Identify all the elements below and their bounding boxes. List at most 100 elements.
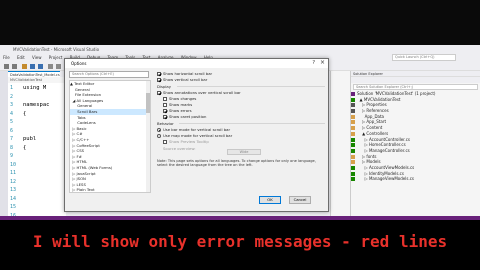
file-icon (351, 148, 355, 153)
source-overview-label: Source overview: (163, 146, 196, 151)
menu-project[interactable]: Project (49, 55, 63, 60)
behavior-group-divider (179, 123, 325, 124)
checkbox-unchecked-icon[interactable] (163, 103, 167, 107)
code-line: { (23, 110, 27, 117)
file-icon (351, 171, 355, 176)
file-icon (351, 97, 355, 102)
save-icon[interactable] (30, 64, 35, 69)
file-icon (351, 131, 355, 136)
checkbox-unchecked-icon[interactable] (163, 97, 167, 101)
solution-tree-label: ▷ fonts (357, 153, 377, 159)
line-number: 10 (10, 161, 17, 168)
options-note: Note: This page sets options for all lan… (157, 159, 316, 168)
file-icon (351, 120, 355, 125)
line-number: 11 (10, 170, 17, 176)
line-number: 1 (10, 85, 14, 91)
file-icon (351, 154, 355, 159)
option-show-changes[interactable]: Show changes (163, 96, 196, 101)
radio-unselected-icon[interactable] (157, 134, 161, 138)
solution-tree-label: ▷ AccountController.cs (357, 136, 410, 142)
solution-tree-label: ▷ ManageController.cs (357, 147, 410, 153)
file-icon (351, 126, 355, 131)
solution-tree-label: ▷ AccountViewModels.cs (357, 164, 415, 170)
close-icon[interactable]: × (320, 59, 325, 66)
solution-tree-label: ▷ ManageViewModels.cs (357, 176, 415, 182)
file-icon (351, 165, 355, 170)
line-number: 5 (10, 119, 14, 125)
option-map-mode[interactable]: Use map mode for vertical scroll bar (157, 133, 232, 138)
line-number: 9 (10, 153, 14, 159)
menu-view[interactable]: View (32, 55, 42, 60)
server-explorer-strip[interactable] (0, 71, 8, 220)
file-icon (351, 160, 355, 165)
behavior-group-header: Behavior (157, 121, 174, 126)
solution-tree-label: Solution 'MVCValidationTest' (1 project) (357, 91, 436, 96)
options-tree-item[interactable]: ▷ Plain Text (70, 187, 150, 192)
file-icon (351, 177, 355, 182)
solution-tree-label: ▷ IdentityModels.cs (357, 170, 404, 176)
solution-tree-label: ▷ Models (357, 159, 381, 165)
option-show-horizontal[interactable]: Show horizontal scroll bar (157, 71, 212, 76)
window-title: MVCValidationTest - Microsoft Visual Stu… (0, 45, 480, 54)
option-show-errors[interactable]: Show errors (163, 108, 192, 113)
code-editor[interactable]: 1 using M 2 3 namespac 4 {5 6 7 publ 8 {9 10 11 12 13… (8, 83, 66, 220)
checkbox-checked-icon[interactable] (157, 91, 161, 95)
solution-tree-label: ▷ HomeController.cs (357, 142, 406, 148)
radio-selected-icon[interactable] (157, 128, 161, 132)
save-all-icon[interactable] (38, 64, 43, 69)
file-icon (351, 137, 355, 142)
options-tree: ▲ Text Editor General File Extension ◢ A… (69, 80, 151, 193)
display-group-header: Display (157, 84, 171, 89)
file-icon (351, 143, 355, 148)
undo-icon[interactable] (48, 64, 53, 69)
file-icon (351, 109, 355, 114)
line-number: 4 (10, 110, 14, 117)
line-number: 6 (10, 127, 14, 134)
option-show-preview[interactable]: Show Preview Tooltip (163, 139, 209, 144)
option-show-annotations[interactable]: Show annotations over vertical scroll ba… (157, 90, 241, 95)
checkbox-checked-icon[interactable] (157, 72, 161, 76)
line-number: 3 (10, 102, 14, 108)
code-line: using M (23, 85, 47, 91)
file-icon (351, 114, 355, 119)
option-show-marks[interactable]: Show marks (163, 102, 192, 107)
ok-button[interactable]: OK (259, 196, 281, 204)
status-bar (0, 216, 480, 220)
line-number: 12 (10, 178, 17, 185)
solution-explorer-toolbar (351, 77, 480, 83)
solution-tree-label: App_Data (357, 113, 384, 119)
solution-tree-label: ▲ MVCValidationTest (357, 96, 401, 102)
line-number: 13 (10, 187, 17, 193)
menu-edit[interactable]: Edit (17, 55, 25, 60)
solution-tree-item[interactable]: ▷ ManageViewModels.cs (351, 176, 480, 182)
options-search-input[interactable]: Search Options (Ctrl+E) (69, 71, 149, 78)
checkbox-checked-icon[interactable] (163, 115, 167, 119)
properties-pane (330, 71, 350, 220)
solution-tree-label: ▷ App_Start (357, 119, 387, 125)
scroll-bar-options: Show horizontal scroll bar Show vertical… (157, 71, 325, 191)
solution-search-input[interactable]: Search Solution Explorer (Ctrl+;) (353, 84, 478, 90)
option-show-vertical[interactable]: Show vertical scroll bar (157, 77, 207, 82)
forward-icon[interactable] (12, 64, 17, 69)
menu-file[interactable]: File (3, 55, 10, 60)
solution-tree-label: ▷ Properties (357, 102, 387, 108)
file-icon (351, 103, 355, 108)
back-icon[interactable] (4, 64, 9, 69)
checkbox-checked-icon[interactable] (163, 109, 167, 113)
checkbox-checked-icon[interactable] (157, 78, 161, 82)
option-bar-mode[interactable]: Use bar mode for vertical scroll bar (157, 127, 230, 132)
code-line: { (23, 144, 27, 151)
redo-icon[interactable] (56, 64, 61, 69)
line-number: 2 (10, 93, 14, 100)
cancel-button[interactable]: Cancel (289, 196, 311, 204)
open-folder-icon[interactable] (22, 64, 27, 69)
checkbox-disabled-icon[interactable] (163, 140, 167, 144)
line-number: 14 (10, 195, 17, 202)
help-icon[interactable]: ? (312, 60, 315, 66)
source-overview-select[interactable]: Wide (227, 149, 261, 155)
line-number: 15 (10, 204, 17, 210)
tree-scrollbar-thumb[interactable] (146, 93, 150, 113)
solution-tree-label: ▷ Content (357, 125, 383, 131)
option-show-caret[interactable]: Show caret position (163, 114, 206, 119)
quick-launch-input[interactable]: Quick Launch (Ctrl+Q) (392, 54, 456, 61)
